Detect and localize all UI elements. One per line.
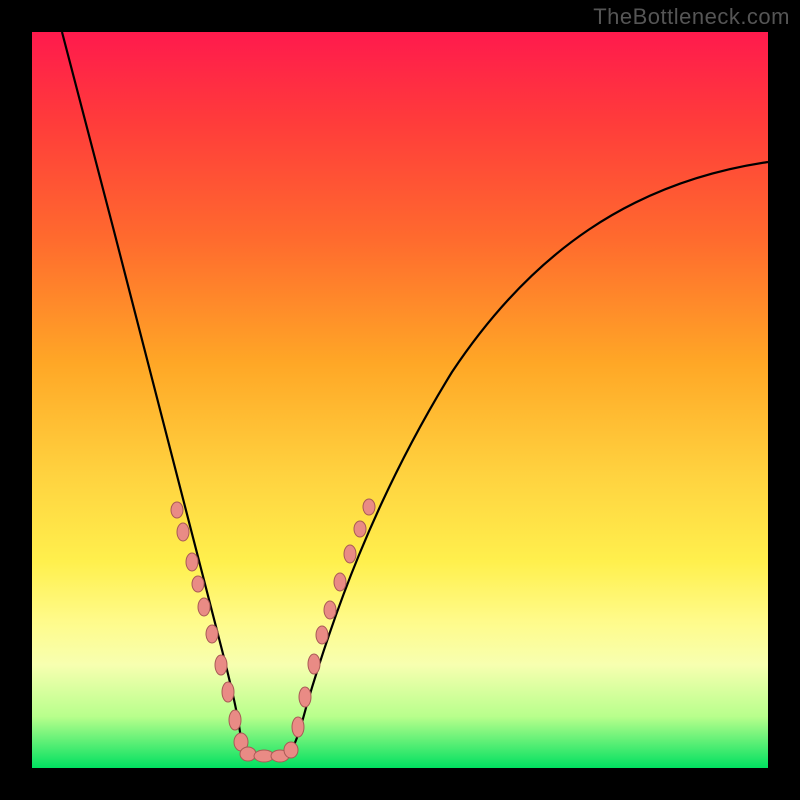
marker-left-5 <box>206 625 218 643</box>
marker-right-2 <box>299 687 311 707</box>
marker-right-9 <box>363 499 375 515</box>
marker-right-5 <box>324 601 336 619</box>
curve-right-branch <box>280 162 768 756</box>
marker-left-4 <box>198 598 210 616</box>
marker-left-1 <box>177 523 189 541</box>
chart-svg <box>32 32 768 768</box>
chart-plot-area <box>32 32 768 768</box>
marker-left-8 <box>229 710 241 730</box>
marker-left-10 <box>240 747 256 761</box>
marker-right-4 <box>316 626 328 644</box>
chart-frame: TheBottleneck.com <box>0 0 800 800</box>
curve-left-branch <box>62 32 262 756</box>
marker-left-2 <box>186 553 198 571</box>
marker-right-0 <box>284 742 298 758</box>
marker-right-3 <box>308 654 320 674</box>
marker-left-7 <box>222 682 234 702</box>
marker-right-8 <box>354 521 366 537</box>
marker-right-1 <box>292 717 304 737</box>
marker-left-3 <box>192 576 204 592</box>
marker-right-7 <box>344 545 356 563</box>
marker-left-0 <box>171 502 183 518</box>
watermark-text: TheBottleneck.com <box>593 4 790 30</box>
marker-right-6 <box>334 573 346 591</box>
marker-left-6 <box>215 655 227 675</box>
